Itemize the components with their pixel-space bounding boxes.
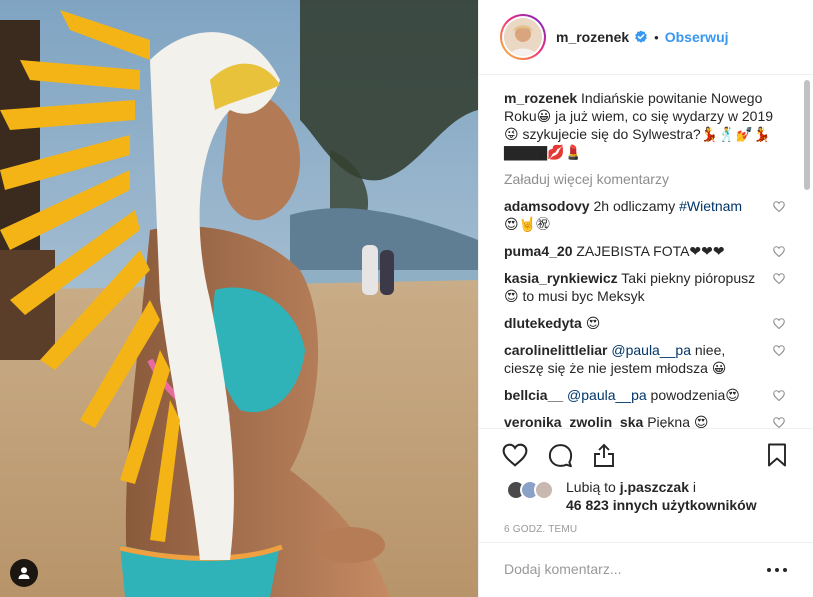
comment-text: ZAJEBISTA FOTA❤❤❤ <box>576 243 725 259</box>
more-options-icon[interactable] <box>767 563 787 577</box>
mention-link[interactable]: @paula__pa <box>567 387 647 403</box>
comment-username[interactable]: carolinelittleliar <box>504 342 607 358</box>
comment-like-heart-icon[interactable] <box>773 413 787 428</box>
separator-dot: • <box>654 29 659 45</box>
hashtag-link[interactable]: #Wietnam <box>679 198 742 214</box>
comment-username[interactable]: adamsodovy <box>504 198 590 214</box>
comment-username[interactable]: dlutekedyta <box>504 315 582 331</box>
likes-text: Lubią to j.paszczak i <box>566 478 696 496</box>
comment-text: 😍 <box>585 315 601 331</box>
load-more-comments-button[interactable]: Załaduj więcej komentarzy <box>504 170 799 188</box>
comment-username[interactable]: veronika_zwolin_ska <box>504 414 643 428</box>
comment-icon <box>548 443 572 467</box>
comment-text: 2h odliczamy <box>593 198 680 214</box>
post-timestamp[interactable]: 6 GODZ. TEMU <box>504 524 577 535</box>
liker-avatar <box>534 480 554 500</box>
bookmark-icon <box>768 443 786 467</box>
caption: m_rozenek Indiańskie powitanie Nowego Ro… <box>504 89 776 161</box>
header-username[interactable]: m_rozenek <box>556 29 629 45</box>
comment-username[interactable]: bellcia__ <box>504 387 563 403</box>
heart-icon <box>502 443 528 467</box>
avatar[interactable] <box>500 14 546 60</box>
user-tag-button[interactable] <box>10 559 38 587</box>
comment-item: puma4_20 ZAJEBISTA FOTA❤❤❤ <box>504 242 799 260</box>
comment-like-heart-icon[interactable] <box>773 269 787 287</box>
add-comment-input[interactable] <box>504 561 754 577</box>
share-icon <box>594 443 614 467</box>
comment-item: adamsodovy 2h odliczamy #Wietnam 😍🤘㊗ <box>504 197 799 233</box>
comment-like-heart-icon[interactable] <box>773 242 787 260</box>
likes-suffix: i <box>688 479 696 495</box>
avatar-image <box>504 18 542 56</box>
comment-like-heart-icon[interactable] <box>773 386 787 404</box>
scrollbar-thumb[interactable] <box>804 80 810 190</box>
post-photo[interactable] <box>0 0 478 597</box>
comments-list[interactable]: m_rozenek Indiańskie powitanie Nowego Ro… <box>479 76 799 428</box>
comment-text-end: 😍🤘㊗ <box>504 216 551 232</box>
post-header: m_rozenek • Obserwuj <box>479 0 813 75</box>
comment-like-heart-icon[interactable] <box>773 341 787 359</box>
comment-text: powodzenia😍 <box>646 387 740 403</box>
comment-username[interactable]: kasia_rynkiewicz <box>504 270 618 286</box>
like-button[interactable] <box>501 441 529 469</box>
save-button[interactable] <box>763 441 791 469</box>
liker-avatars[interactable] <box>506 480 558 500</box>
action-bar <box>479 428 813 478</box>
comments-scrollbar[interactable] <box>802 80 811 424</box>
share-button[interactable] <box>590 441 618 469</box>
comment-like-heart-icon[interactable] <box>773 314 787 332</box>
add-comment-section <box>479 542 813 597</box>
likes-section: Lubią to j.paszczak i 46 823 innych użyt… <box>506 478 806 522</box>
comment-item: veronika_zwolin_ska Piękna 😍 <box>504 413 799 428</box>
likes-count[interactable]: 46 823 innych użytkowników <box>566 496 757 514</box>
follow-button[interactable]: Obserwuj <box>665 29 729 45</box>
comment-item: kasia_rynkiewicz Taki piekny pióropusz 😍… <box>504 269 799 305</box>
comment-item: bellcia__ @paula__pa powodzenia😍 <box>504 386 799 404</box>
user-tag-icon <box>18 567 30 579</box>
post-sidebar: m_rozenek • Obserwuj m_rozenek Indiański… <box>478 0 813 597</box>
comment-text: Piękna 😍 <box>647 414 709 428</box>
mention-link[interactable]: @paula__pa <box>611 342 691 358</box>
comment-like-heart-icon[interactable] <box>773 197 787 215</box>
likes-prefix: Lubią to <box>566 479 620 495</box>
comment-button[interactable] <box>546 441 574 469</box>
comment-item: dlutekedyta 😍 <box>504 314 799 332</box>
post-image <box>0 0 478 597</box>
liker-username[interactable]: j.paszczak <box>620 479 689 495</box>
comment-username[interactable]: puma4_20 <box>504 243 572 259</box>
comment-item: carolinelittleliar @paula__pa niee, cies… <box>504 341 799 377</box>
likes-count-text[interactable]: 46 823 innych użytkowników <box>566 497 757 513</box>
verified-badge-icon <box>634 30 648 44</box>
caption-username[interactable]: m_rozenek <box>504 90 577 106</box>
